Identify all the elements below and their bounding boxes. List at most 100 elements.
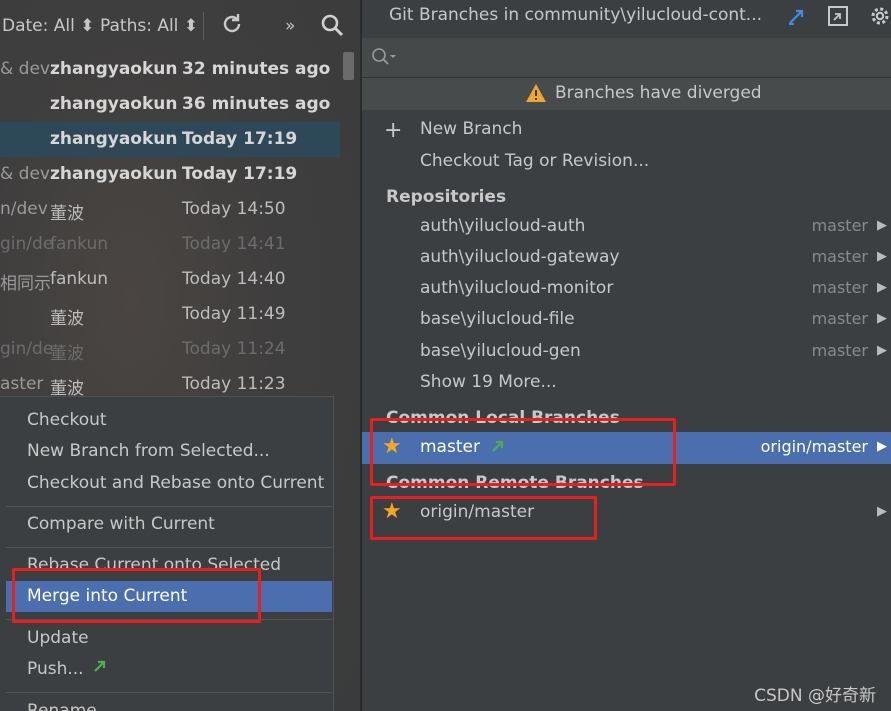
commit-row[interactable]: & dev zhangyaokun Today 17:19 — [0, 157, 340, 192]
paths-filter-dropdown[interactable]: Paths: All ⬍ — [100, 16, 198, 36]
menu-item-push[interactable]: Push... — [6, 654, 332, 685]
checkout-tag-item[interactable]: Checkout Tag or Revision... — [362, 146, 891, 178]
menu-separator — [6, 692, 332, 693]
annotation-highlight-box — [370, 496, 597, 540]
menu-item-update[interactable]: Update — [6, 623, 332, 654]
commit-author: zhangyaokun — [50, 129, 178, 149]
maximize-icon[interactable] — [826, 4, 850, 32]
menu-item-label: Update — [27, 628, 89, 648]
refresh-icon[interactable] — [220, 12, 244, 41]
menu-item-label: New Branch from Selected... — [27, 441, 270, 461]
commit-date: Today 17:19 — [182, 164, 298, 184]
popup-title: Git Branches in community\yilucloud-cont… — [389, 5, 762, 25]
menu-item-label: Checkout and Rebase onto Current — [27, 473, 325, 493]
repository-branch: master — [811, 247, 868, 266]
commit-date: 32 minutes ago — [182, 59, 331, 79]
submenu-arrow-icon: ▶ — [877, 280, 887, 295]
commit-branch-label: n/dev — [0, 199, 48, 219]
commit-row[interactable]: zhangyaokun 36 minutes ago — [0, 87, 340, 122]
new-branch-label: New Branch — [420, 119, 523, 139]
menu-separator — [6, 506, 332, 507]
repository-item[interactable]: auth\yilucloud-monitor master ▶ — [362, 273, 891, 305]
submenu-arrow-icon: ▶ — [877, 343, 887, 358]
commit-author: zhangyaokun — [50, 164, 178, 184]
settings-icon[interactable] — [868, 4, 891, 32]
commit-date: Today 11:49 — [182, 304, 286, 324]
more-actions-icon[interactable]: » — [285, 16, 295, 36]
menu-item-new-branch-from-selected[interactable]: New Branch from Selected... — [6, 436, 332, 467]
date-filter-dropdown[interactable]: Date: All ⬍ — [2, 16, 95, 36]
show-more-label: Show 19 More... — [420, 372, 557, 392]
commit-author: fankun — [50, 269, 109, 289]
submenu-arrow-icon: ▶ — [877, 218, 887, 233]
commit-date: Today 11:24 — [182, 339, 286, 359]
commit-row[interactable]: n/dev 董波 Today 14:50 — [0, 192, 340, 227]
repository-branch: master — [811, 309, 868, 328]
repository-name: auth\yilucloud-auth — [420, 216, 586, 236]
commit-date: Today 17:19 — [182, 129, 298, 149]
repository-branch: master — [811, 341, 868, 360]
branch-search-field[interactable] — [362, 38, 891, 78]
menu-item-compare-with-current[interactable]: Compare with Current — [6, 509, 332, 540]
menu-item-label: Compare with Current — [27, 514, 215, 534]
submenu-arrow-icon: ▶ — [877, 439, 887, 454]
git-log-panel: Date: All ⬍ Paths: All ⬍ » & dev zhangya… — [0, 0, 360, 711]
commit-branch-label: & dev — [0, 59, 50, 79]
search-icon — [371, 47, 397, 71]
submenu-arrow-icon: ▶ — [877, 249, 887, 264]
annotation-highlight-box — [12, 568, 261, 623]
commit-row[interactable]: & dev zhangyaokun 32 minutes ago — [0, 52, 340, 87]
git-branches-popup: Git Branches in community\yilucloud-cont… — [362, 0, 891, 711]
show-more-item[interactable]: Show 19 More... — [362, 367, 891, 399]
submenu-arrow-icon: ▶ — [877, 504, 887, 519]
repository-item[interactable]: base\yilucloud-file master ▶ — [362, 304, 891, 336]
commit-date: Today 11:23 — [182, 374, 286, 394]
menu-item-label: Rename... — [27, 701, 113, 711]
diverged-warning-banner: Branches have diverged — [362, 78, 891, 110]
repositories-header: Repositories — [386, 187, 507, 207]
menu-separator — [6, 547, 332, 548]
commit-row[interactable]: 相同示 fankun Today 14:40 — [0, 262, 340, 297]
new-branch-item[interactable]: + New Branch — [362, 114, 891, 146]
repository-branch: master — [811, 216, 868, 235]
toolbar-separator — [203, 12, 204, 40]
menu-item-rename[interactable]: Rename... — [6, 696, 332, 711]
commit-branch-label: aster — [0, 374, 44, 394]
commit-row-selected[interactable]: zhangyaokun Today 17:19 — [0, 122, 340, 157]
repository-branch: master — [811, 278, 868, 297]
commit-date: Today 14:40 — [182, 269, 286, 289]
repository-name: base\yilucloud-file — [420, 309, 575, 329]
commit-branch-label: gin/de — [0, 339, 54, 359]
commit-date: 36 minutes ago — [182, 94, 331, 114]
repository-item[interactable]: base\yilucloud-gen master ▶ — [362, 336, 891, 368]
warning-text: Branches have diverged — [555, 83, 762, 103]
menu-item-checkout[interactable]: Checkout — [6, 405, 332, 436]
pin-icon[interactable] — [786, 5, 808, 31]
log-scrollbar[interactable] — [343, 52, 354, 80]
menu-item-label: Push... — [27, 659, 84, 679]
repository-item[interactable]: auth\yilucloud-gateway master ▶ — [362, 242, 891, 274]
plus-icon: + — [384, 118, 403, 143]
commit-branch-label: gin/de — [0, 234, 54, 254]
submenu-arrow-icon: ▶ — [877, 311, 887, 326]
tracking-branch: origin/master — [760, 437, 868, 456]
commit-row[interactable]: gin/de 董波 Today 11:24 — [0, 332, 340, 367]
repository-item[interactable]: auth\yilucloud-auth master ▶ — [362, 211, 891, 243]
search-icon[interactable] — [320, 13, 344, 42]
menu-item-checkout-and-rebase[interactable]: Checkout and Rebase onto Current — [6, 468, 332, 499]
menu-item-label: Checkout — [27, 410, 107, 430]
watermark: CSDN @好奇新 — [754, 686, 876, 706]
repository-name: base\yilucloud-gen — [420, 341, 581, 361]
commit-date: Today 14:41 — [182, 234, 286, 254]
commit-branch-label: 相同示 — [0, 274, 51, 294]
commit-branch-label: & dev — [0, 164, 50, 184]
commit-date: Today 14:50 — [182, 199, 286, 219]
push-arrow-icon — [92, 658, 108, 679]
commit-author: fankun — [50, 234, 109, 254]
commit-author: 董波 — [50, 309, 84, 329]
checkout-tag-label: Checkout Tag or Revision... — [420, 151, 650, 171]
commit-row[interactable]: gin/de fankun Today 14:41 — [0, 227, 340, 262]
log-toolbar: Date: All ⬍ Paths: All ⬍ » — [0, 0, 360, 52]
commit-row[interactable]: 董波 Today 11:49 — [0, 297, 340, 332]
warning-icon — [525, 83, 547, 107]
